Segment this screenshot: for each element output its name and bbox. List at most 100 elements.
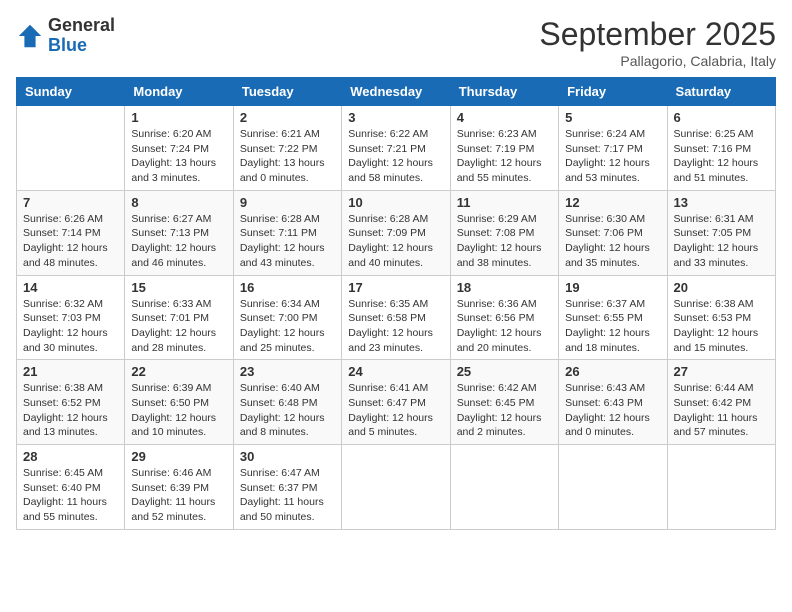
- day-number: 24: [348, 364, 443, 379]
- day-number: 21: [23, 364, 118, 379]
- day-number: 7: [23, 195, 118, 210]
- day-info: Sunrise: 6:24 AM Sunset: 7:17 PM Dayligh…: [565, 127, 660, 186]
- day-info: Sunrise: 6:38 AM Sunset: 6:53 PM Dayligh…: [674, 297, 769, 356]
- calendar-cell: 13 Sunrise: 6:31 AM Sunset: 7:05 PM Dayli…: [667, 190, 775, 275]
- calendar-cell: 3 Sunrise: 6:22 AM Sunset: 7:21 PM Daylig…: [342, 106, 450, 191]
- day-number: 3: [348, 110, 443, 125]
- day-info: Sunrise: 6:26 AM Sunset: 7:14 PM Dayligh…: [23, 212, 118, 271]
- day-info: Sunrise: 6:25 AM Sunset: 7:16 PM Dayligh…: [674, 127, 769, 186]
- day-info: Sunrise: 6:32 AM Sunset: 7:03 PM Dayligh…: [23, 297, 118, 356]
- day-info: Sunrise: 6:28 AM Sunset: 7:09 PM Dayligh…: [348, 212, 443, 271]
- day-number: 16: [240, 280, 335, 295]
- logo-blue: Blue: [48, 36, 115, 56]
- day-info: Sunrise: 6:45 AM Sunset: 6:40 PM Dayligh…: [23, 466, 118, 525]
- day-number: 5: [565, 110, 660, 125]
- day-number: 12: [565, 195, 660, 210]
- day-number: 19: [565, 280, 660, 295]
- day-of-week-header: Friday: [559, 78, 667, 106]
- logo-general: General: [48, 16, 115, 36]
- day-info: Sunrise: 6:20 AM Sunset: 7:24 PM Dayligh…: [131, 127, 226, 186]
- calendar-table: SundayMondayTuesdayWednesdayThursdayFrid…: [16, 77, 776, 530]
- day-number: 6: [674, 110, 769, 125]
- day-info: Sunrise: 6:39 AM Sunset: 6:50 PM Dayligh…: [131, 381, 226, 440]
- day-of-week-header: Thursday: [450, 78, 558, 106]
- calendar-cell: 15Sunrise: 6:33 AM Sunset: 7:01 PM Dayli…: [125, 275, 233, 360]
- day-info: Sunrise: 6:31 AM Sunset: 7:05 PM Dayligh…: [674, 212, 769, 271]
- day-info: Sunrise: 6:37 AM Sunset: 6:55 PM Dayligh…: [565, 297, 660, 356]
- calendar-cell: 10 Sunrise: 6:28 AM Sunset: 7:09 PM Dayli…: [342, 190, 450, 275]
- calendar-cell: 18 Sunrise: 6:36 AM Sunset: 6:56 PM Dayli…: [450, 275, 558, 360]
- day-info: Sunrise: 6:36 AM Sunset: 6:56 PM Dayligh…: [457, 297, 552, 356]
- calendar-cell: 28 Sunrise: 6:45 AM Sunset: 6:40 PM Dayli…: [17, 445, 125, 530]
- day-number: 14: [23, 280, 118, 295]
- day-number: 8: [131, 195, 226, 210]
- calendar-cell: 24 Sunrise: 6:41 AM Sunset: 6:47 PM Dayli…: [342, 360, 450, 445]
- calendar-cell: 7 Sunrise: 6:26 AM Sunset: 7:14 PM Daylig…: [17, 190, 125, 275]
- calendar-cell: 1 Sunrise: 6:20 AM Sunset: 7:24 PM Daylig…: [125, 106, 233, 191]
- day-info: Sunrise: 6:34 AM Sunset: 7:00 PM Dayligh…: [240, 297, 335, 356]
- day-number: 20: [674, 280, 769, 295]
- calendar-week-row: 14 Sunrise: 6:32 AM Sunset: 7:03 PM Dayli…: [17, 275, 776, 360]
- day-number: 25: [457, 364, 552, 379]
- calendar-cell: 11Sunrise: 6:29 AM Sunset: 7:08 PM Dayli…: [450, 190, 558, 275]
- month-title: September 2025: [539, 16, 776, 53]
- day-number: 30: [240, 449, 335, 464]
- day-number: 10: [348, 195, 443, 210]
- calendar-cell: 22Sunrise: 6:39 AM Sunset: 6:50 PM Dayli…: [125, 360, 233, 445]
- day-info: Sunrise: 6:43 AM Sunset: 6:43 PM Dayligh…: [565, 381, 660, 440]
- day-info: Sunrise: 6:28 AM Sunset: 7:11 PM Dayligh…: [240, 212, 335, 271]
- day-number: 27: [674, 364, 769, 379]
- day-number: 11: [457, 195, 552, 210]
- day-info: Sunrise: 6:23 AM Sunset: 7:19 PM Dayligh…: [457, 127, 552, 186]
- calendar-cell: 16 Sunrise: 6:34 AM Sunset: 7:00 PM Dayli…: [233, 275, 341, 360]
- calendar-cell: [559, 445, 667, 530]
- calendar-cell: [17, 106, 125, 191]
- calendar-cell: [450, 445, 558, 530]
- day-of-week-header: Sunday: [17, 78, 125, 106]
- day-number: 23: [240, 364, 335, 379]
- day-number: 18: [457, 280, 552, 295]
- day-info: Sunrise: 6:47 AM Sunset: 6:37 PM Dayligh…: [240, 466, 335, 525]
- title-block: September 2025 Pallagorio, Calabria, Ita…: [539, 16, 776, 69]
- day-info: Sunrise: 6:21 AM Sunset: 7:22 PM Dayligh…: [240, 127, 335, 186]
- day-info: Sunrise: 6:38 AM Sunset: 6:52 PM Dayligh…: [23, 381, 118, 440]
- day-number: 13: [674, 195, 769, 210]
- day-info: Sunrise: 6:41 AM Sunset: 6:47 PM Dayligh…: [348, 381, 443, 440]
- calendar-cell: 30 Sunrise: 6:47 AM Sunset: 6:37 PM Dayli…: [233, 445, 341, 530]
- calendar-cell: [342, 445, 450, 530]
- day-of-week-header: Wednesday: [342, 78, 450, 106]
- logo-text: General Blue: [48, 16, 115, 56]
- day-of-week-header: Monday: [125, 78, 233, 106]
- calendar-cell: 27 Sunrise: 6:44 AM Sunset: 6:42 PM Dayli…: [667, 360, 775, 445]
- calendar-cell: 19 Sunrise: 6:37 AM Sunset: 6:55 PM Dayli…: [559, 275, 667, 360]
- day-info: Sunrise: 6:27 AM Sunset: 7:13 PM Dayligh…: [131, 212, 226, 271]
- day-number: 1: [131, 110, 226, 125]
- day-number: 28: [23, 449, 118, 464]
- logo: General Blue: [16, 16, 115, 56]
- calendar-cell: 6 Sunrise: 6:25 AM Sunset: 7:16 PM Daylig…: [667, 106, 775, 191]
- day-of-week-header: Saturday: [667, 78, 775, 106]
- day-number: 2: [240, 110, 335, 125]
- day-number: 17: [348, 280, 443, 295]
- location: Pallagorio, Calabria, Italy: [539, 53, 776, 69]
- day-number: 29: [131, 449, 226, 464]
- day-number: 9: [240, 195, 335, 210]
- day-info: Sunrise: 6:44 AM Sunset: 6:42 PM Dayligh…: [674, 381, 769, 440]
- calendar-cell: 2 Sunrise: 6:21 AM Sunset: 7:22 PM Daylig…: [233, 106, 341, 191]
- calendar-week-row: 1 Sunrise: 6:20 AM Sunset: 7:24 PM Daylig…: [17, 106, 776, 191]
- day-info: Sunrise: 6:46 AM Sunset: 6:39 PM Dayligh…: [131, 466, 226, 525]
- day-info: Sunrise: 6:33 AM Sunset: 7:01 PM Dayligh…: [131, 297, 226, 356]
- calendar-cell: 5 Sunrise: 6:24 AM Sunset: 7:17 PM Daylig…: [559, 106, 667, 191]
- day-info: Sunrise: 6:35 AM Sunset: 6:58 PM Dayligh…: [348, 297, 443, 356]
- day-info: Sunrise: 6:22 AM Sunset: 7:21 PM Dayligh…: [348, 127, 443, 186]
- calendar-cell: 17 Sunrise: 6:35 AM Sunset: 6:58 PM Dayli…: [342, 275, 450, 360]
- calendar-cell: 4Sunrise: 6:23 AM Sunset: 7:19 PM Daylig…: [450, 106, 558, 191]
- calendar-cell: 9 Sunrise: 6:28 AM Sunset: 7:11 PM Daylig…: [233, 190, 341, 275]
- page-header: General Blue September 2025 Pallagorio, …: [16, 16, 776, 69]
- calendar-cell: [667, 445, 775, 530]
- day-info: Sunrise: 6:42 AM Sunset: 6:45 PM Dayligh…: [457, 381, 552, 440]
- day-info: Sunrise: 6:30 AM Sunset: 7:06 PM Dayligh…: [565, 212, 660, 271]
- calendar-cell: 12 Sunrise: 6:30 AM Sunset: 7:06 PM Dayli…: [559, 190, 667, 275]
- calendar-cell: 14 Sunrise: 6:32 AM Sunset: 7:03 PM Dayli…: [17, 275, 125, 360]
- calendar-week-row: 21 Sunrise: 6:38 AM Sunset: 6:52 PM Dayli…: [17, 360, 776, 445]
